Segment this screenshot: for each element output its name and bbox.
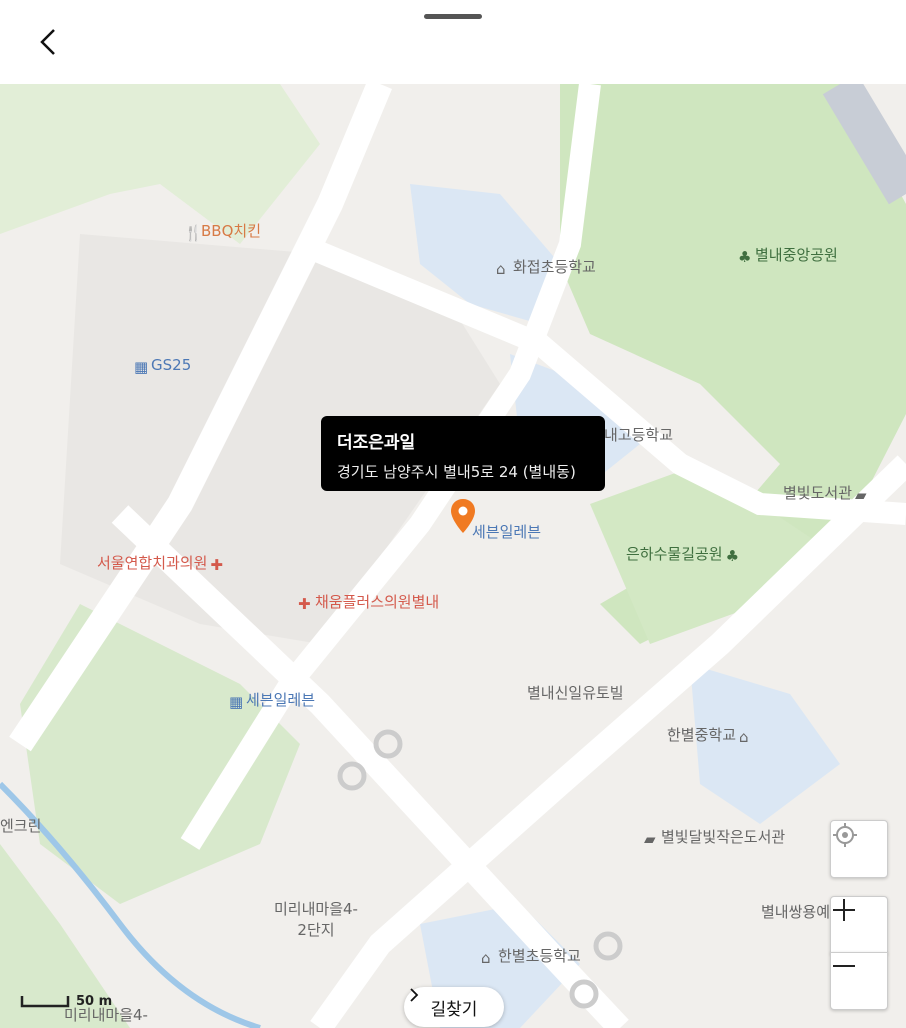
hospital-icon: ✚ — [210, 556, 223, 574]
minus-icon — [833, 965, 855, 967]
tree-icon: ♣ — [738, 248, 752, 266]
plus-icon — [833, 899, 855, 921]
school-icon: ⌂ — [496, 260, 506, 278]
poi-enkrin[interactable]: 엔크린 — [0, 815, 41, 836]
crosshair-icon — [833, 823, 857, 847]
store-icon: ▦ — [229, 693, 244, 711]
map-scale: 50 m — [20, 994, 130, 1014]
scale-bar-icon — [20, 996, 70, 1008]
poi-clinic[interactable]: ✚ 채움플러스의원별내 — [298, 591, 439, 613]
poi-school-hanbyeol[interactable]: ⌂ 한별초등학교 — [481, 945, 581, 967]
poi-apartment-sinil[interactable]: 별내신일유토빌 — [527, 682, 624, 703]
store-icon: ▦ — [134, 358, 149, 376]
poi-bbq[interactable]: 🍴BBQ치킨 — [184, 220, 261, 242]
book-icon: ▰ — [644, 830, 656, 848]
poi-highschool[interactable]: 내고등학교 — [604, 424, 673, 445]
poi-small-library[interactable]: ▰ 별빛달빛작은도서관 — [644, 826, 785, 848]
restaurant-icon: 🍴 — [184, 224, 203, 242]
chevron-left-icon — [40, 29, 55, 55]
drag-handle[interactable] — [424, 14, 482, 19]
hospital-icon: ✚ — [298, 595, 311, 613]
poi-park-central[interactable]: ♣ 별내중앙공원 — [738, 244, 838, 266]
zoom-in-button[interactable] — [830, 896, 888, 954]
poi-school-hwajeop[interactable]: ⌂ 화접초등학교 — [496, 256, 596, 278]
place-address: 경기도 남양주시 별내5로 24 (별내동) — [337, 463, 576, 481]
chevron-right-icon — [410, 988, 419, 1002]
poi-seven-eleven-2[interactable]: ▦ 세븐일레븐 — [229, 689, 315, 711]
map-view[interactable]: 🍴BBQ치킨 ⌂ 화접초등학교 ♣ 별내중앙공원 ▦ GS25 내고등학교 별빛도서관… — [0, 84, 906, 1028]
poi-park-eunhasu[interactable]: 은하수물길공원 ♣ — [626, 543, 743, 565]
back-button[interactable] — [30, 22, 70, 62]
poi-apartment-mirinae[interactable]: 미리내마을4- 2단지 — [274, 898, 358, 940]
school-icon: ⌂ — [739, 728, 749, 746]
tree-icon: ♣ — [725, 547, 740, 565]
top-bar — [0, 0, 906, 84]
poi-library-byeolbit[interactable]: 별빛도서관 ▰ — [783, 482, 872, 504]
location-pin-icon[interactable] — [450, 498, 476, 534]
book-icon: ▰ — [855, 486, 867, 504]
school-icon: ⌂ — [481, 949, 491, 967]
my-location-button[interactable] — [830, 820, 888, 878]
poi-seven-eleven-1[interactable]: 세븐일레븐 — [472, 521, 541, 542]
poi-dental[interactable]: 서울연합치과의원 ✚ — [97, 552, 227, 574]
place-popup[interactable]: 더조은과일 경기도 남양주시 별내5로 24 (별내동) — [321, 416, 605, 491]
poi-gs25[interactable]: ▦ GS25 — [134, 356, 191, 376]
place-name: 더조은과일 — [337, 433, 416, 453]
poi-middle-school[interactable]: 한별중학교 ⌂ — [667, 724, 756, 746]
directions-button[interactable]: 길찾기 — [404, 987, 504, 1027]
zoom-out-button[interactable] — [830, 952, 888, 1010]
